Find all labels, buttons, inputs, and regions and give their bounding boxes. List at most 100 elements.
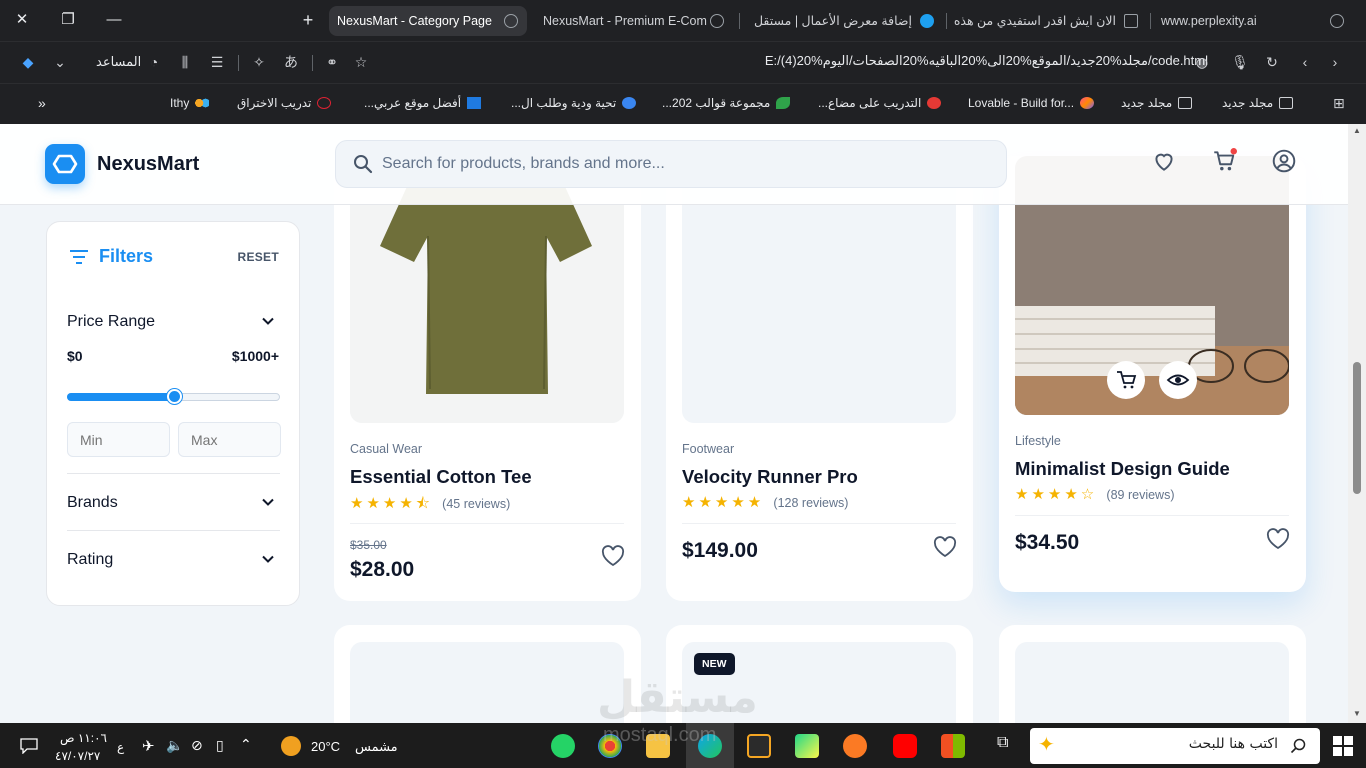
bookmark-folder[interactable]: مجلد جديد — [1222, 96, 1294, 110]
tab[interactable]: NexusMart - Premium E-Com — [535, 6, 730, 36]
product-name[interactable]: Minimalist Design Guide — [1015, 458, 1230, 480]
forward-icon[interactable]: › — [1325, 52, 1345, 72]
microphone-icon[interactable]: 🎙 — [1230, 52, 1250, 72]
whatsapp-icon[interactable] — [551, 734, 575, 758]
search-input[interactable] — [382, 153, 982, 175]
cart-icon[interactable] — [1211, 148, 1237, 174]
scroll-up-icon[interactable]: ▲ — [1353, 126, 1361, 135]
volume-icon[interactable]: 🔈 — [166, 737, 183, 754]
product-name[interactable]: Velocity Runner Pro — [682, 466, 858, 488]
audio-icon[interactable]: ⫼ — [175, 52, 195, 72]
ithy-icon — [195, 97, 210, 109]
close-window-icon[interactable]: ✕ — [10, 8, 34, 32]
price-slider-thumb[interactable] — [166, 389, 182, 404]
bookmark[interactable]: مجموعة قوالب 202... — [662, 96, 791, 110]
product-category: Lifestyle — [1015, 434, 1061, 448]
logo-icon[interactable] — [45, 144, 85, 184]
extension-icon[interactable]: ✧ — [249, 52, 269, 72]
xampp-icon[interactable] — [843, 734, 867, 758]
chevron-up-icon[interactable]: ⌃ — [240, 736, 252, 753]
product-image[interactable] — [350, 642, 624, 723]
bookmark[interactable]: Ithy — [170, 96, 210, 110]
sparkle-icon: ✦ — [1038, 734, 1055, 756]
product-card-hovered[interactable]: Lifestyle Minimalist Design Guide ★★★★☆ … — [999, 156, 1306, 592]
new-tab-icon[interactable]: + — [296, 8, 320, 32]
chevron-down-icon[interactable] — [261, 495, 275, 509]
brand-name[interactable]: NexusMart — [97, 153, 199, 176]
taskbar-search-input[interactable] — [1098, 736, 1278, 752]
network-icon[interactable]: ⊘ — [191, 737, 203, 754]
task-view-icon[interactable]: ⧉ — [997, 734, 1008, 752]
star-favorite-icon[interactable]: ☆ — [351, 52, 371, 72]
price-range-label: Price Range — [67, 313, 156, 330]
wishlist-heart-icon[interactable] — [1151, 148, 1177, 174]
taskbar-search[interactable]: ✦ — [1030, 728, 1320, 764]
bookmarks-overflow-icon[interactable]: » — [38, 95, 46, 111]
bookmark[interactable]: تحية ودية وطلب ال... — [511, 96, 637, 110]
bookmark[interactable]: التدريب على مضاع... — [818, 96, 942, 110]
folder-icon — [1178, 97, 1193, 109]
price-max-input[interactable] — [178, 422, 281, 457]
language-indicator[interactable]: ع — [117, 740, 124, 754]
windows-start-icon[interactable] — [1333, 736, 1353, 756]
back-icon[interactable]: ‹ — [1295, 52, 1315, 72]
account-icon[interactable] — [1271, 148, 1297, 174]
scrollbar[interactable]: ▲ ▼ — [1348, 124, 1366, 723]
product-card[interactable]: Footwear Velocity Runner Pro ★★★★★ (128 … — [666, 164, 973, 601]
product-name[interactable]: Essential Cotton Tee — [350, 466, 532, 488]
bookmark[interactable]: أفضل موقع عربي... — [364, 96, 482, 110]
chevron-down-icon[interactable] — [261, 552, 275, 566]
heart-icon[interactable] — [933, 536, 957, 558]
heart-icon[interactable] — [1266, 528, 1290, 550]
clock-time[interactable]: ١١:٠٦ ص — [60, 731, 107, 745]
menu-lines-icon[interactable]: ☰ — [207, 52, 227, 72]
tab-active[interactable]: NexusMart - Category Page — [329, 6, 527, 36]
tab[interactable]: الان ايش اقدر استفيدي من هذه — [952, 6, 1144, 36]
brands-filter-label[interactable]: Brands — [67, 494, 118, 512]
pycharm-icon[interactable] — [795, 734, 819, 758]
product-image[interactable] — [1015, 642, 1289, 723]
chevron-down-icon[interactable] — [261, 314, 275, 328]
price-slider[interactable] — [67, 389, 280, 404]
weather-temp[interactable]: 20°C — [311, 739, 340, 754]
notification-icon[interactable] — [20, 738, 38, 754]
product-card[interactable] — [999, 625, 1306, 723]
minimize-window-icon[interactable]: — — [102, 8, 126, 32]
product-card[interactable] — [334, 625, 641, 723]
apps-grid-icon[interactable]: ⊞ — [1333, 95, 1345, 112]
refresh-icon[interactable]: ↻ — [1262, 52, 1282, 72]
weather-desc[interactable]: مشمس — [355, 739, 398, 755]
browser-address-bar: ◆ ⌄ المساعد ◔ ⫼ ☰ ✧ あ ⚭ ☆ E:/(4)20%مجلد%… — [0, 41, 1366, 83]
translate-icon[interactable]: あ — [281, 52, 301, 72]
assistant-icon[interactable]: ◔ — [144, 52, 164, 72]
quick-view-eye-icon[interactable] — [1158, 361, 1198, 401]
tab-title: NexusMart - Category Page — [337, 14, 492, 28]
bookmark-folder[interactable]: مجلد جديد — [1121, 96, 1193, 110]
restore-window-icon[interactable]: ❐ — [56, 8, 80, 32]
scrollbar-thumb[interactable] — [1353, 362, 1361, 494]
product-card[interactable]: Casual Wear Essential Cotton Tee ★★★★⯪ (… — [334, 164, 641, 601]
vscode-like-icon[interactable] — [747, 734, 771, 758]
youtube-icon[interactable] — [893, 734, 917, 758]
tab[interactable]: www.perplexity.ai — [1156, 6, 1348, 36]
scroll-down-icon[interactable]: ▼ — [1353, 709, 1361, 718]
add-to-cart-icon[interactable] — [1106, 361, 1146, 401]
airplane-icon[interactable]: ✈ — [142, 737, 155, 755]
store-icon[interactable] — [941, 734, 965, 758]
rating-filter-label[interactable]: Rating — [67, 551, 113, 569]
chevron-down-icon[interactable]: ⌄ — [50, 52, 70, 72]
tab[interactable]: إضافة معرض الأعمال | مستقل — [745, 6, 940, 36]
battery-icon[interactable]: ▯ — [216, 737, 224, 754]
price-min-input[interactable] — [67, 422, 170, 457]
reset-filters-button[interactable]: RESET — [237, 250, 279, 264]
search-bar[interactable] — [335, 140, 1007, 188]
bookmark[interactable]: تدريب الاختراق — [237, 96, 332, 110]
assistant-button[interactable]: المساعد — [96, 54, 141, 70]
bookmark[interactable]: Lovable - Build for... — [968, 96, 1095, 110]
clock-date[interactable]: ٤٧/٠٧/٢٧ — [55, 749, 100, 763]
copilot-icon[interactable]: ◆ — [18, 52, 38, 72]
link-icon[interactable]: ⚭ — [322, 52, 342, 72]
watermark: مستقل — [597, 673, 758, 722]
heart-icon[interactable] — [601, 545, 625, 567]
url-field[interactable]: E:/(4)20%مجلد%20جديد/الموقع%20الى%20البا… — [765, 53, 1208, 69]
